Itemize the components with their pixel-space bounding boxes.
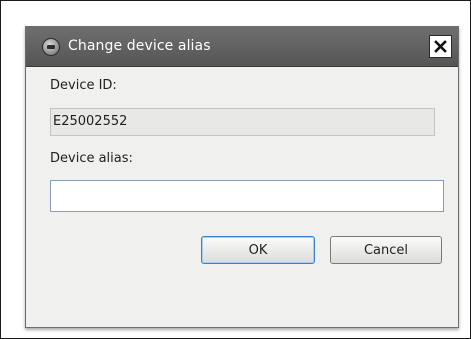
device-manager-icon-slot <box>47 45 55 49</box>
device-manager-icon <box>42 38 60 56</box>
dialog-content: Device ID: E25002552 Device alias: OK Ca… <box>26 67 458 327</box>
cancel-button[interactable]: Cancel <box>330 236 442 264</box>
dialog-titlebar[interactable]: Change device alias <box>26 27 458 67</box>
ok-button[interactable]: OK <box>201 236 315 264</box>
close-icon <box>434 40 447 53</box>
screenshot-frame: Change device alias Device ID: E25002552… <box>0 0 471 339</box>
device-alias-input[interactable] <box>50 180 444 212</box>
device-id-field: E25002552 <box>50 108 435 136</box>
device-alias-label: Device alias: <box>50 151 133 166</box>
close-button[interactable] <box>429 35 452 58</box>
dialog-title: Change device alias <box>68 38 211 54</box>
device-id-label: Device ID: <box>50 78 117 93</box>
change-device-alias-dialog: Change device alias Device ID: E25002552… <box>25 26 459 328</box>
